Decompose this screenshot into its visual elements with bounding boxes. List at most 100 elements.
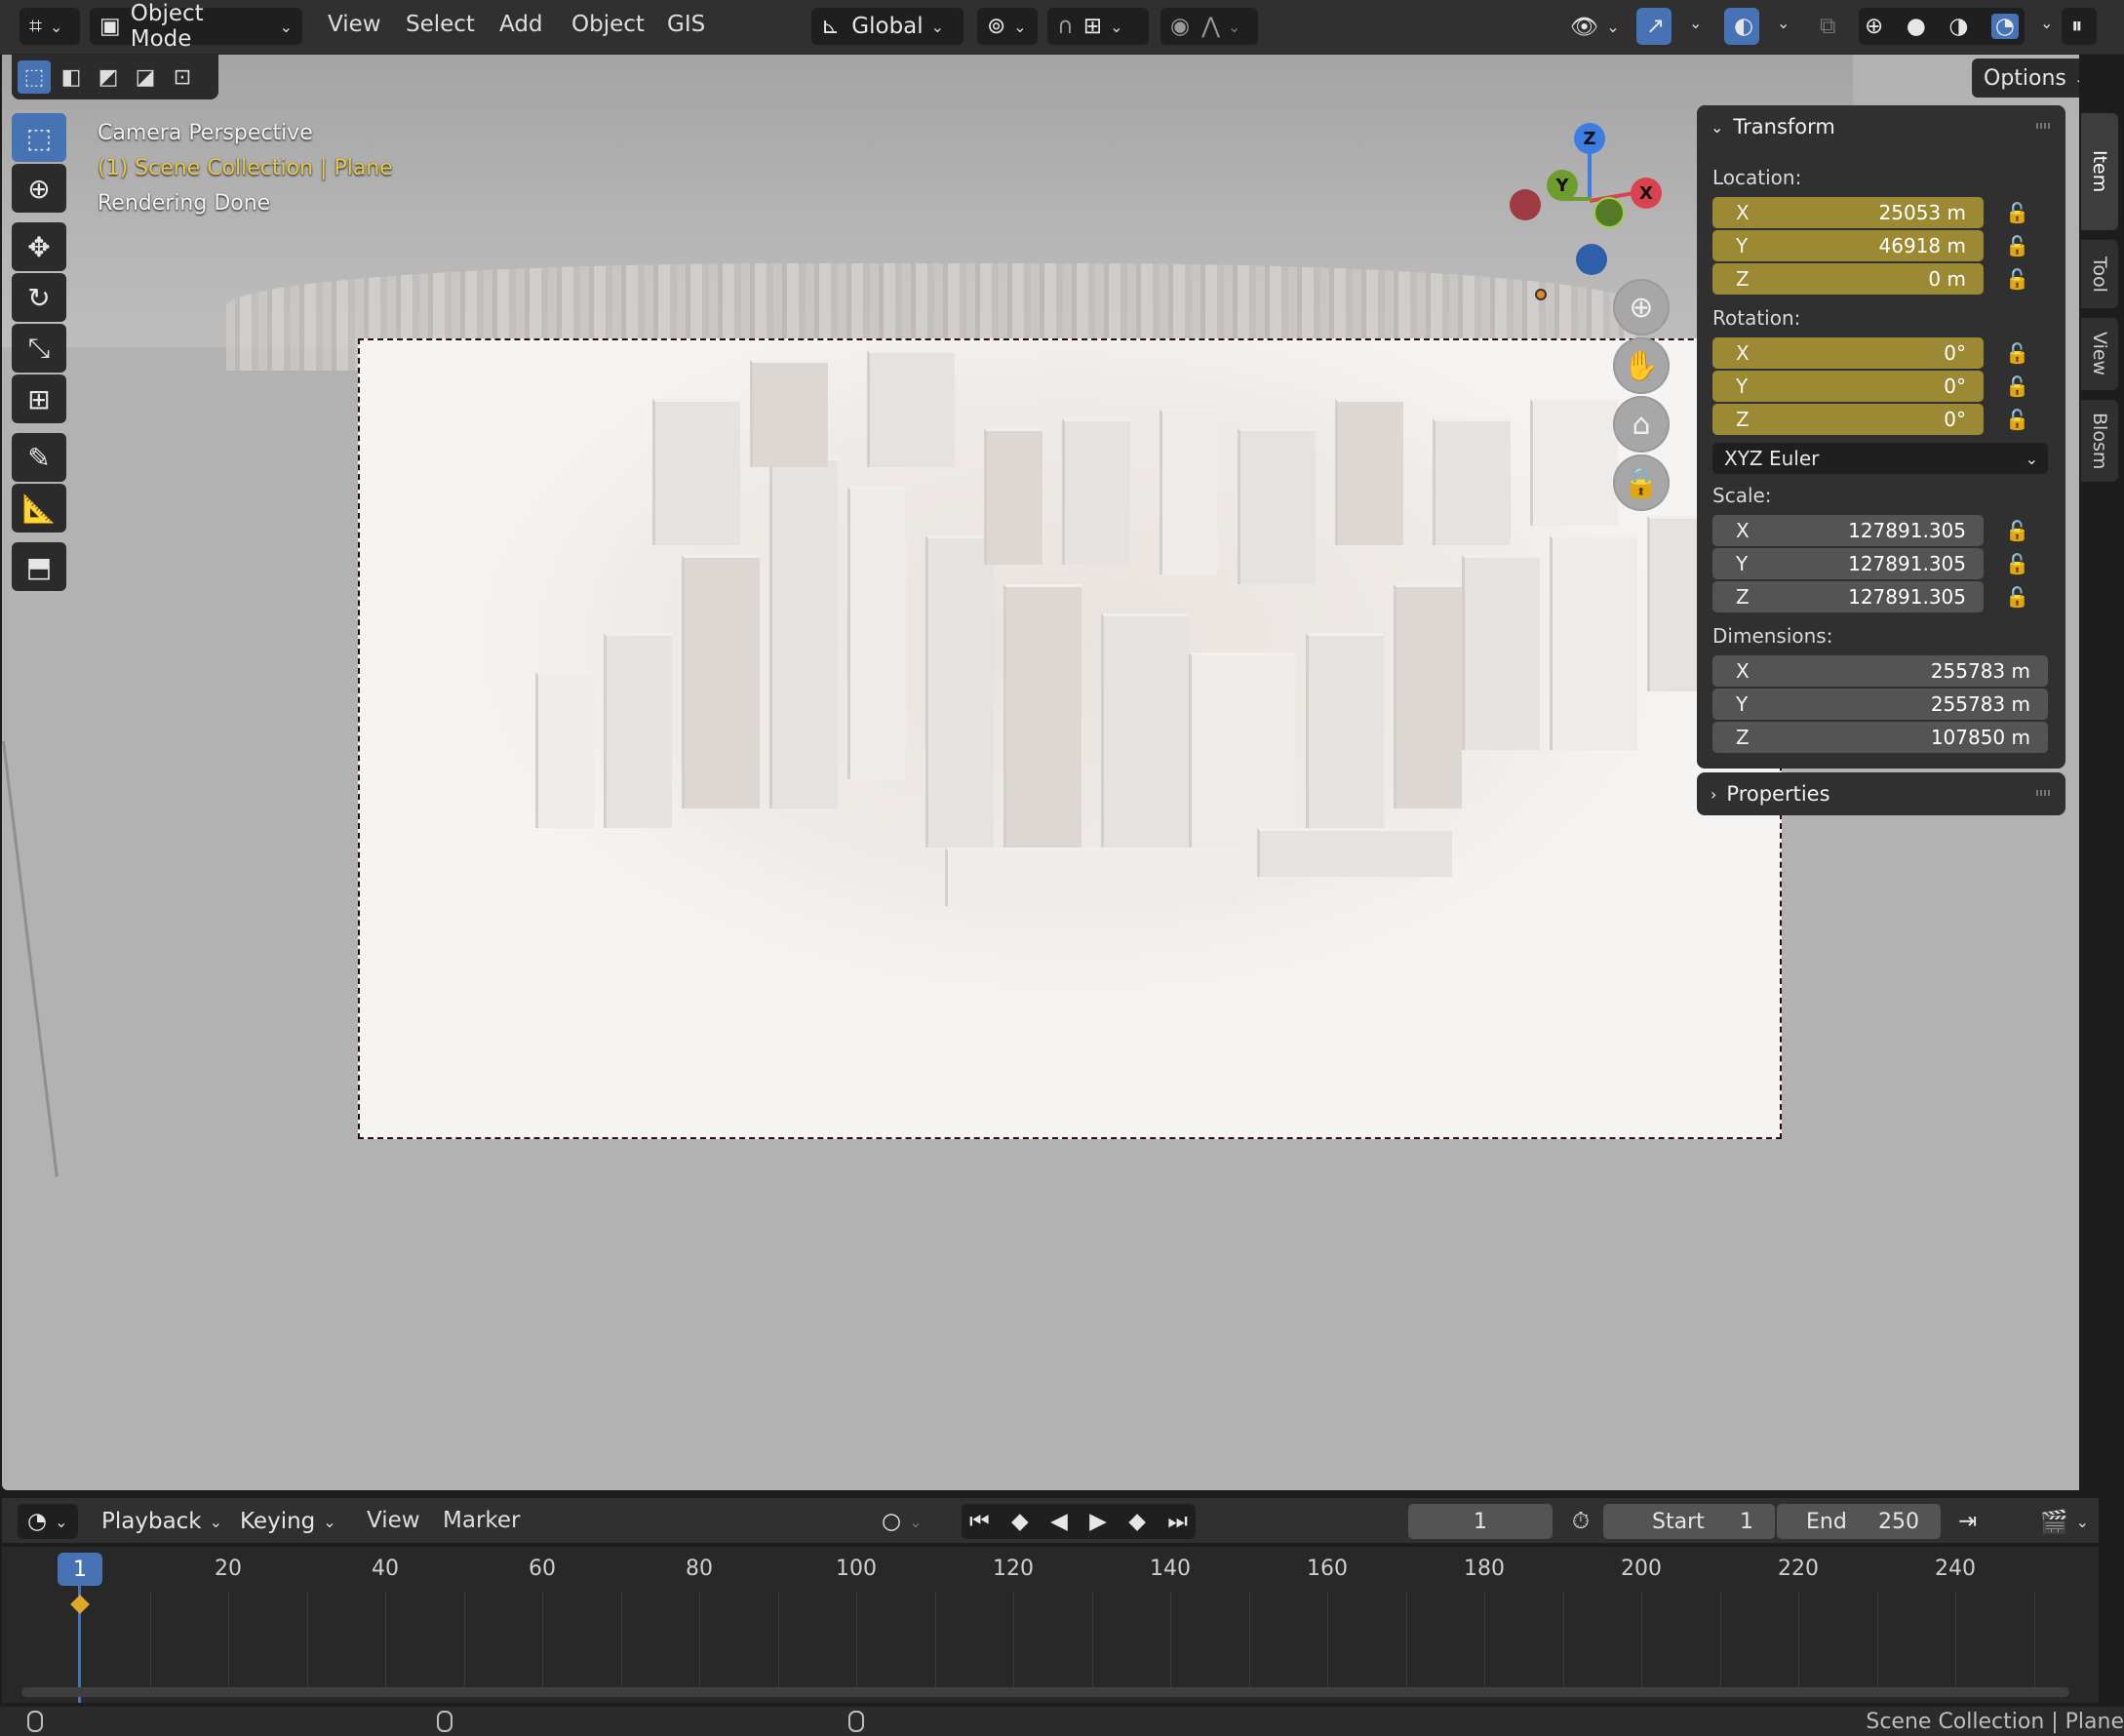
snap-group[interactable]: ∩ ⊞ ⌄ xyxy=(1047,8,1149,45)
location-z-field[interactable]: Z 0 m xyxy=(1712,263,1984,295)
current-frame-field[interactable]: 1 xyxy=(1408,1504,1553,1539)
play-icon[interactable]: ▶ xyxy=(1089,1509,1107,1534)
transform-icon[interactable]: ⊞ xyxy=(12,375,66,423)
playhead[interactable]: 1 xyxy=(58,1553,102,1586)
menu-view[interactable]: View xyxy=(328,12,381,37)
gizmo-x-button[interactable]: X xyxy=(1631,178,1662,209)
frame-ruler[interactable]: 20 40 60 80 100 120 140 160 180 200 220 … xyxy=(2,1547,2099,1592)
navigation-gizmo[interactable]: Z Y X xyxy=(1504,121,1662,277)
gizmo-neg-z-button[interactable] xyxy=(1576,244,1607,275)
rotation-z-field[interactable]: Z 0° xyxy=(1712,404,1984,435)
proportional-editing-group[interactable]: ◉ ⋀ ⌄ xyxy=(1160,8,1258,45)
unlock-icon[interactable]: 🔓 xyxy=(2005,375,2030,398)
rotate-icon[interactable]: ↻ xyxy=(12,273,66,322)
gizmo-neg-x-button[interactable] xyxy=(1510,189,1541,220)
rotation-mode-select[interactable]: XYZ Euler ⌄ xyxy=(1712,443,2048,474)
unlock-icon[interactable]: 🔓 xyxy=(2005,519,2030,542)
select-extend-icon[interactable]: ◧ xyxy=(55,60,88,94)
zoom-icon[interactable]: ⊕ xyxy=(1613,279,1670,335)
material-shading-icon[interactable]: ◑ xyxy=(1948,14,1968,39)
scale-z-field[interactable]: Z 127891.305 xyxy=(1712,581,1984,612)
mode-selector[interactable]: ▣ Object Mode ⌄ xyxy=(90,1,302,52)
chevron-down-icon[interactable]: ⌄ xyxy=(2040,14,2053,32)
frame-range-button[interactable]: ⇥ xyxy=(1948,1504,1986,1539)
jump-start-icon[interactable]: ⏮ xyxy=(969,1509,990,1534)
playback-menu[interactable]: Playback ⌄ xyxy=(92,1504,232,1539)
unlock-icon[interactable]: 🔓 xyxy=(2005,552,2030,575)
select-subtract-icon[interactable]: ◩ xyxy=(92,60,125,94)
select-intersect-icon[interactable]: ⊡ xyxy=(166,60,199,94)
camera-view-icon[interactable]: ⌂ xyxy=(1613,396,1670,453)
lock-camera-icon[interactable]: 🔒 xyxy=(1613,454,1670,511)
unlock-icon[interactable]: 🔓 xyxy=(2005,585,2030,609)
end-frame-field[interactable]: End 250 xyxy=(1777,1504,1941,1539)
move-icon[interactable]: ✥ xyxy=(12,222,66,271)
menu-object[interactable]: Object xyxy=(571,12,645,37)
pivot-point-button[interactable]: ⊚ ⌄ xyxy=(977,8,1038,45)
tab-blosm[interactable]: Blosm xyxy=(2081,400,2118,482)
unlock-icon[interactable]: 🔓 xyxy=(2005,234,2030,257)
properties-panel-header[interactable]: › Properties xyxy=(1697,772,2065,815)
rotation-x-field[interactable]: X 0° xyxy=(1712,337,1984,369)
chevron-down-icon[interactable]: ⌄ xyxy=(1777,14,1790,32)
unlock-icon[interactable]: 🔓 xyxy=(2005,201,2030,224)
scale-x-field[interactable]: X 127891.305 xyxy=(1712,515,1984,546)
select-invert-icon[interactable]: ◪ xyxy=(129,60,162,94)
add-cube-icon[interactable]: ⬒ xyxy=(12,542,66,591)
rotation-y-field[interactable]: Y 0° xyxy=(1712,371,1984,402)
annotate-icon[interactable]: ✎ xyxy=(12,433,66,482)
editor-type-button[interactable]: ⌗ ⌄ xyxy=(20,8,80,45)
timeline-menu-view[interactable]: View xyxy=(367,1508,420,1533)
scene-options-button[interactable]: 🎬 ⌄ xyxy=(2030,1504,2099,1539)
wireframe-shading-icon[interactable]: ⊕ xyxy=(1865,14,1883,39)
scale-y-field[interactable]: Y 127891.305 xyxy=(1712,548,1984,579)
chevron-down-icon[interactable]: ⌄ xyxy=(1689,14,1702,32)
menu-gis[interactable]: GIS xyxy=(667,12,705,37)
select-new-icon[interactable]: ⬚ xyxy=(18,60,51,94)
solid-shading-icon[interactable]: ● xyxy=(1907,14,1926,39)
unlock-icon[interactable]: 🔓 xyxy=(2005,267,2030,291)
tab-view[interactable]: View xyxy=(2081,318,2118,390)
gizmo-toggle-button[interactable]: ↗ xyxy=(1636,8,1672,45)
properties-panel[interactable]: › Properties xyxy=(1697,772,2065,815)
visibility-button[interactable]: 👁 ⌄ xyxy=(1560,8,1621,45)
preview-range-button[interactable]: ⏱ xyxy=(1562,1504,1599,1539)
transform-panel-header[interactable]: ⌄ Transform xyxy=(1697,105,2065,148)
timeline-area[interactable]: 20 40 60 80 100 120 140 160 180 200 220 … xyxy=(2,1547,2099,1703)
start-frame-field[interactable]: Start 1 xyxy=(1603,1504,1775,1539)
jump-end-icon[interactable]: ⏭ xyxy=(1167,1509,1188,1534)
overlays-toggle-button[interactable]: ◐ xyxy=(1724,8,1759,45)
gizmo-z-button[interactable]: Z xyxy=(1574,123,1605,154)
keyframe-icon[interactable] xyxy=(70,1595,90,1614)
timeline-menu-marker[interactable]: Marker xyxy=(443,1508,521,1533)
next-keyframe-icon[interactable]: ◆ xyxy=(1128,1509,1146,1534)
play-reverse-icon[interactable]: ◀ xyxy=(1050,1509,1068,1534)
timeline-scrollbar[interactable] xyxy=(21,1687,2069,1697)
select-box-icon[interactable]: ⬚ xyxy=(12,113,66,162)
xray-toggle-button[interactable]: ⧉ xyxy=(1810,8,1845,45)
prev-keyframe-icon[interactable]: ◆ xyxy=(1011,1509,1029,1534)
drag-grip-icon[interactable] xyxy=(2036,790,2052,796)
pause-render-button[interactable]: ⏸ xyxy=(2062,8,2097,45)
menu-select[interactable]: Select xyxy=(406,12,475,37)
unlock-icon[interactable]: 🔓 xyxy=(2005,341,2030,365)
tab-item[interactable]: Item xyxy=(2081,113,2118,230)
unlock-icon[interactable]: 🔓 xyxy=(2005,408,2030,431)
dimensions-x-field[interactable]: X 255783 m xyxy=(1712,655,2048,687)
measure-icon[interactable]: 📐 xyxy=(12,484,66,533)
pan-hand-icon[interactable]: ✋ xyxy=(1613,337,1670,394)
dimensions-y-field[interactable]: Y 255783 m xyxy=(1712,689,2048,720)
scale-icon[interactable]: ⤡ xyxy=(12,324,66,373)
location-y-field[interactable]: Y 46918 m xyxy=(1712,230,1984,261)
gizmo-y-button[interactable]: Y xyxy=(1547,170,1578,201)
rendered-shading-icon[interactable]: ◔ xyxy=(1990,14,2019,39)
shading-group[interactable]: ⊕ ● ◑ ◔ xyxy=(1859,8,2025,45)
dimensions-z-field[interactable]: Z 107850 m xyxy=(1712,722,2048,753)
timeline-editor-type-button[interactable]: ◔ ⌄ xyxy=(18,1504,78,1539)
keying-menu[interactable]: Keying ⌄ xyxy=(230,1504,346,1539)
auto-keying-button[interactable]: ○ ⌄ xyxy=(872,1504,931,1539)
transform-orientation-selector[interactable]: ⊾ Global ⌄ xyxy=(811,8,964,45)
tab-tool[interactable]: Tool xyxy=(2081,240,2118,308)
drag-grip-icon[interactable] xyxy=(2036,123,2052,129)
cursor-icon[interactable]: ⊕ xyxy=(12,164,66,213)
